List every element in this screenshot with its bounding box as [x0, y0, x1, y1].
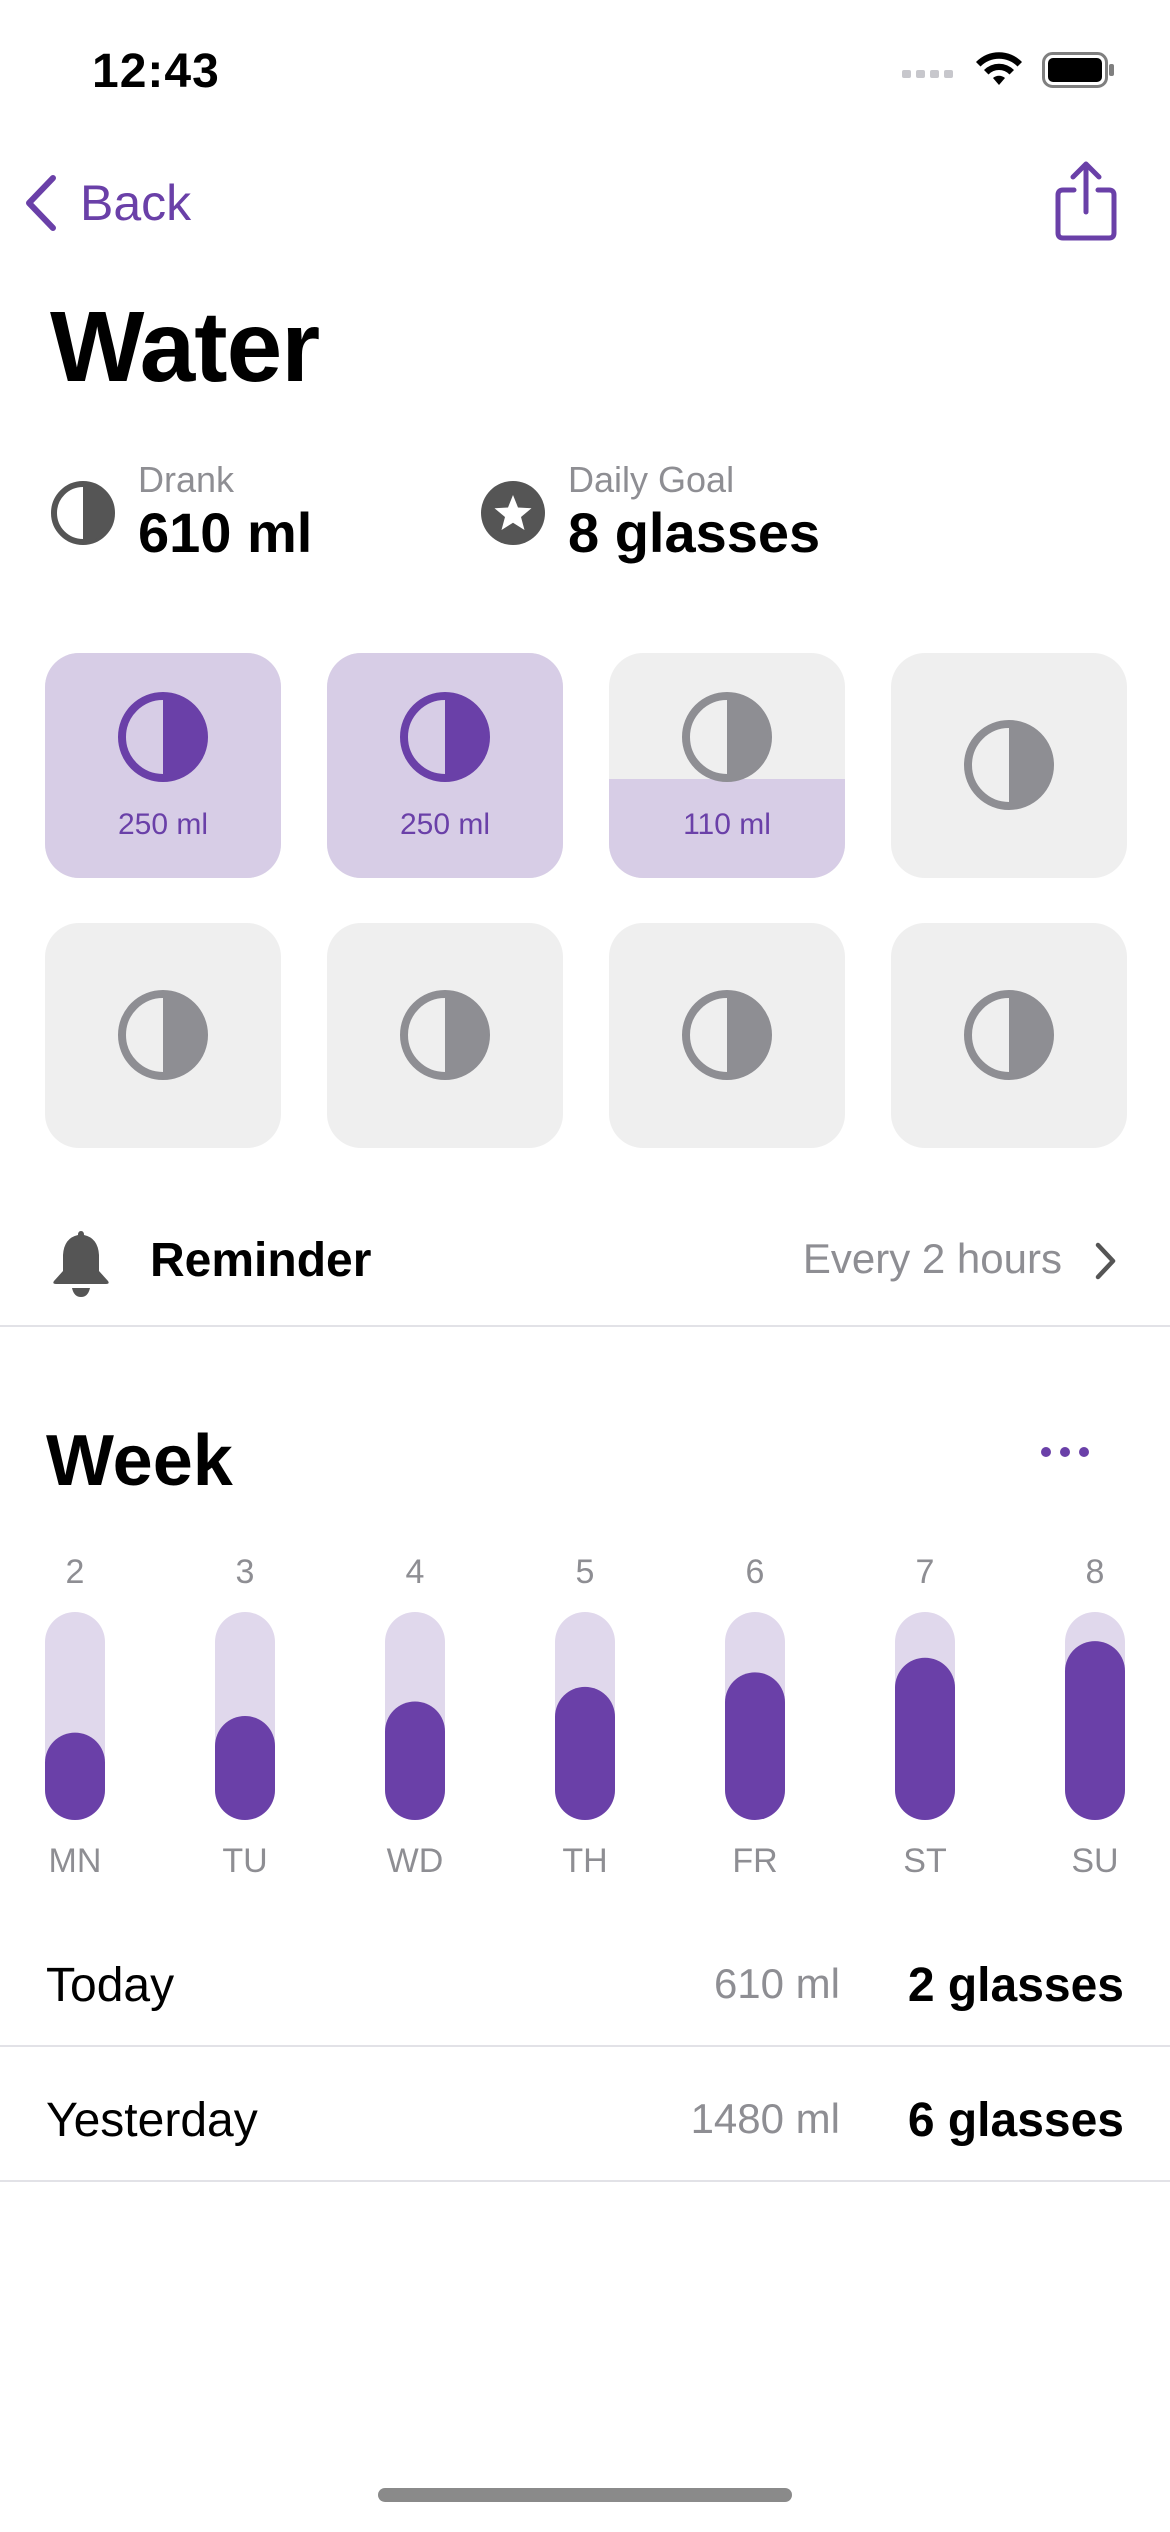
glass-card[interactable]: 250 ml	[327, 653, 563, 878]
glass-card[interactable]	[45, 923, 281, 1148]
chart-day-label: WD	[387, 1842, 444, 1880]
week-title: Week	[46, 1421, 233, 1501]
reminder-title: Reminder	[150, 1234, 372, 1287]
ellipsis-icon	[1041, 1447, 1089, 1457]
summary-day: Today	[46, 1959, 175, 2012]
chart-date-label: 4	[406, 1553, 425, 1591]
half-circle-icon	[400, 692, 490, 782]
share-button[interactable]	[1054, 160, 1118, 247]
chart-bar[interactable]	[895, 1657, 955, 1820]
glass-card[interactable]: 110 ml	[609, 653, 845, 878]
summary-glasses: 6 glasses	[907, 2094, 1124, 2147]
chart-day-label: ST	[903, 1842, 946, 1880]
back-label: Back	[80, 175, 192, 231]
half-circle-icon	[964, 720, 1054, 810]
navigation-bar: Back	[0, 160, 1170, 250]
chevron-right-icon	[1095, 1242, 1116, 1280]
more-button[interactable]	[1040, 1445, 1090, 1464]
half-circle-icon	[118, 990, 208, 1080]
half-circle-icon	[400, 990, 490, 1080]
bell-icon	[53, 1231, 109, 1297]
drank-label: Drank	[138, 459, 235, 500]
glass-card[interactable]	[891, 653, 1127, 878]
chart-bar[interactable]	[45, 1732, 105, 1820]
status-icons	[902, 52, 1116, 88]
chart-day-label: SU	[1071, 1842, 1118, 1880]
status-time: 12:43	[92, 45, 220, 98]
summary-glasses: 2 glasses	[907, 1959, 1124, 2012]
chart-date-label: 8	[1086, 1553, 1105, 1591]
half-circle-icon	[682, 990, 772, 1080]
chart-bar[interactable]	[1065, 1641, 1125, 1820]
chart-day-label: FR	[732, 1842, 777, 1880]
chart-date-label: 3	[236, 1553, 255, 1591]
chart-date-label: 6	[746, 1553, 765, 1591]
chart-bar[interactable]	[555, 1686, 615, 1820]
glass-amount: 110 ml	[683, 808, 771, 841]
summary-ml: 610 ml	[713, 1960, 840, 2007]
half-circle-icon	[118, 692, 208, 782]
battery-icon	[1042, 52, 1114, 88]
cellular-signal-icon	[902, 70, 953, 78]
back-button[interactable]: Back	[24, 174, 191, 232]
share-icon	[1055, 161, 1117, 241]
summary-day: Yesterday	[46, 2094, 258, 2147]
glass-card[interactable]	[609, 923, 845, 1148]
chart-bar[interactable]	[725, 1672, 785, 1820]
daily-goal-label: Daily Goal	[568, 459, 735, 500]
chart-day-label: TH	[562, 1842, 607, 1880]
chart-day-label: TU	[222, 1842, 267, 1880]
chart-bar[interactable]	[385, 1701, 445, 1820]
half-circle-icon	[964, 990, 1054, 1080]
summary-ml: 1480 ml	[690, 2095, 840, 2142]
glass-amount: 250 ml	[399, 808, 491, 841]
chart-bar[interactable]	[215, 1716, 275, 1820]
status-bar: 12:43	[0, 0, 1170, 140]
reminder-value: Every 2 hours	[802, 1235, 1062, 1282]
chart-day-label: MN	[49, 1842, 102, 1880]
summary-row-yesterday[interactable]: Yesterday 1480 ml 6 glasses	[0, 2049, 1170, 2182]
home-indicator	[378, 2488, 792, 2502]
daily-goal-value: 8 glasses	[568, 501, 821, 564]
stats-row: Drank 610 ml Daily Goal 8 glasses	[50, 460, 1150, 570]
star-circle-icon	[481, 481, 545, 545]
glass-card[interactable]: 250 ml	[45, 653, 281, 878]
chart-date-label: 7	[916, 1553, 935, 1591]
glass-card[interactable]	[327, 923, 563, 1148]
page-title: Water	[50, 291, 320, 403]
daily-goal-stat: Daily Goal 8 glasses	[480, 460, 820, 566]
summary-row-today[interactable]: Today 610 ml 2 glasses	[0, 1914, 1170, 2047]
chevron-left-icon	[26, 175, 56, 231]
glass-card[interactable]	[891, 923, 1127, 1148]
drank-value: 610 ml	[138, 501, 313, 564]
half-circle-icon	[51, 481, 115, 545]
wifi-icon	[976, 52, 1022, 85]
half-circle-icon	[682, 692, 772, 782]
week-chart: 2 MN 3 TU 4 WD 5 TH 6 FR 7 ST 8 SU	[45, 1553, 1125, 1880]
chart-date-label: 5	[576, 1553, 595, 1591]
reminder-row[interactable]: Reminder Every 2 hours	[0, 1215, 1170, 1327]
chart-date-label: 2	[66, 1553, 85, 1591]
glass-amount: 250 ml	[117, 808, 209, 841]
drank-stat: Drank 610 ml	[50, 460, 312, 566]
